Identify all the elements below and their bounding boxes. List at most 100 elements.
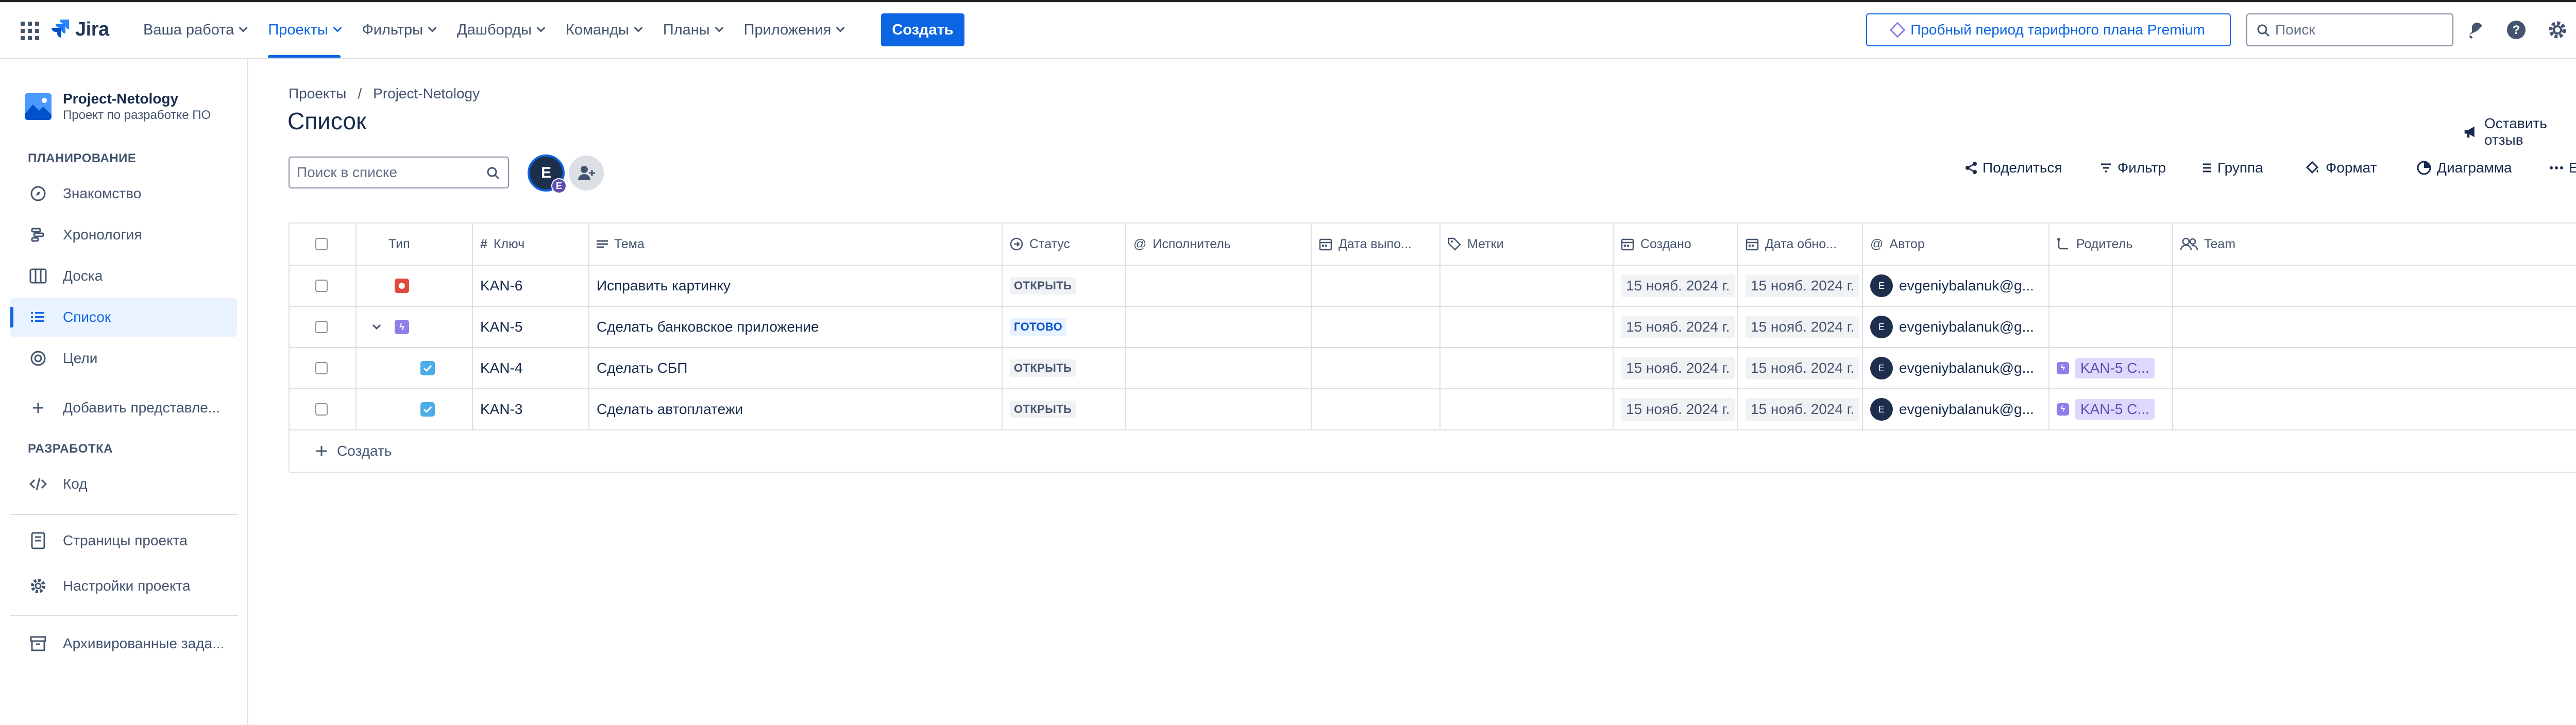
- list-search-input[interactable]: Поиск в списке: [289, 157, 509, 188]
- row-due-date[interactable]: [1312, 307, 1440, 347]
- app-switcher-icon[interactable]: [21, 22, 39, 40]
- sidebar-item-add-view[interactable]: Добавить представле...: [10, 388, 237, 427]
- header-created[interactable]: Создано: [1614, 223, 1738, 265]
- table-row[interactable]: KAN-6 Исправить картинку ОТКРЫТЬ 15 нояб…: [290, 266, 2576, 307]
- sidebar-item-list[interactable]: Список: [10, 298, 237, 337]
- sidebar-item-code[interactable]: Код: [10, 464, 237, 504]
- row-team[interactable]: [2173, 307, 2576, 347]
- bug-icon: [395, 279, 409, 293]
- chart-button[interactable]: Диаграмма: [2416, 160, 2512, 176]
- table-row[interactable]: ϟ KAN-5 Сделать банковское приложение ГО…: [290, 307, 2576, 348]
- sidebar-item-board[interactable]: Доска: [10, 256, 237, 296]
- row-summary[interactable]: Сделать автоплатежи: [589, 389, 1003, 429]
- row-due-date[interactable]: [1312, 348, 1440, 388]
- row-summary[interactable]: Сделать банковское приложение: [589, 307, 1003, 347]
- row-labels[interactable]: [1440, 307, 1614, 347]
- nav-filters[interactable]: Фильтры: [362, 2, 437, 58]
- row-reporter[interactable]: Eevgeniybalanuk@g...: [1863, 266, 2049, 306]
- filter-button[interactable]: Фильтр: [2100, 160, 2166, 176]
- row-team[interactable]: [2173, 389, 2576, 429]
- row-labels[interactable]: [1440, 389, 1614, 429]
- more-button[interactable]: Еще: [2549, 160, 2576, 176]
- row-labels[interactable]: [1440, 266, 1614, 306]
- row-status[interactable]: ОТКРЫТЬ: [1003, 389, 1126, 429]
- row-checkbox[interactable]: [315, 280, 328, 292]
- row-due-date[interactable]: [1312, 389, 1440, 429]
- sidebar-item-project-settings[interactable]: Настройки проекта: [10, 566, 237, 606]
- row-key[interactable]: KAN-5: [473, 307, 589, 347]
- row-assignee[interactable]: [1126, 307, 1312, 347]
- row-assignee[interactable]: [1126, 389, 1312, 429]
- group-button[interactable]: Группа: [2202, 160, 2263, 176]
- help-icon[interactable]: ?: [2506, 20, 2527, 40]
- row-reporter[interactable]: Eevgeniybalanuk@g...: [1863, 307, 2049, 347]
- row-team[interactable]: [2173, 266, 2576, 306]
- header-labels[interactable]: Метки: [1440, 223, 1614, 265]
- header-updated[interactable]: Дата обно...: [1738, 223, 1863, 265]
- chevron-down-icon[interactable]: [372, 324, 381, 330]
- search-input[interactable]: Поиск: [2246, 13, 2453, 46]
- header-assignee[interactable]: @ Исполнитель: [1126, 223, 1312, 265]
- add-people-button[interactable]: [569, 156, 604, 191]
- header-type[interactable]: Тип: [357, 223, 473, 265]
- share-button[interactable]: Поделиться: [1965, 160, 2062, 176]
- settings-gear-icon[interactable]: [2547, 20, 2568, 40]
- select-all-checkbox[interactable]: [315, 238, 328, 250]
- header-status[interactable]: Статус: [1003, 223, 1126, 265]
- row-checkbox[interactable]: [315, 321, 328, 333]
- row-summary[interactable]: Сделать СБП: [589, 348, 1003, 388]
- sidebar-item-archived[interactable]: Архивированные зада...: [10, 624, 237, 663]
- header-reporter[interactable]: @ Автор: [1863, 223, 2049, 265]
- row-assignee[interactable]: [1126, 348, 1312, 388]
- nav-teams[interactable]: Команды: [566, 2, 643, 58]
- row-parent[interactable]: ϟ KAN-5 С...: [2049, 389, 2173, 429]
- row-labels[interactable]: [1440, 348, 1614, 388]
- table-row[interactable]: KAN-3 Сделать автоплатежи ОТКРЫТЬ 15 ноя…: [290, 389, 2576, 430]
- row-summary[interactable]: Исправить картинку: [589, 266, 1003, 306]
- breadcrumb-project[interactable]: Project-Netology: [373, 85, 480, 102]
- nav-projects[interactable]: Проекты: [268, 2, 342, 58]
- row-key[interactable]: KAN-4: [473, 348, 589, 388]
- sidebar-item-project-pages[interactable]: Страницы проекта: [10, 521, 237, 560]
- sidebar-item-timeline[interactable]: Хронология: [10, 215, 237, 254]
- row-checkbox[interactable]: [315, 362, 328, 374]
- row-status[interactable]: ГОТОВО: [1003, 307, 1126, 347]
- create-issue-row[interactable]: Создать: [290, 430, 2576, 472]
- assignee-filter-avatar[interactable]: E E: [528, 154, 567, 194]
- notifications-icon[interactable]: [2465, 20, 2485, 40]
- row-team[interactable]: [2173, 348, 2576, 388]
- row-status[interactable]: ОТКРЫТЬ: [1003, 266, 1126, 306]
- row-reporter[interactable]: Eevgeniybalanuk@g...: [1863, 348, 2049, 388]
- nav-plans[interactable]: Планы: [663, 2, 724, 58]
- header-key[interactable]: # Ключ: [473, 223, 589, 265]
- row-key[interactable]: KAN-6: [473, 266, 589, 306]
- nav-your-work[interactable]: Ваша работа: [143, 2, 248, 58]
- row-parent[interactable]: [2049, 307, 2173, 347]
- breadcrumb-projects[interactable]: Проекты: [289, 85, 346, 102]
- parent-chip[interactable]: KAN-5 С...: [2075, 399, 2155, 420]
- project-header[interactable]: Project-Netology Проект по разработке ПО: [25, 91, 211, 123]
- row-due-date[interactable]: [1312, 266, 1440, 306]
- row-assignee[interactable]: [1126, 266, 1312, 306]
- table-row[interactable]: KAN-4 Сделать СБП ОТКРЫТЬ 15 нояб. 2024 …: [290, 348, 2576, 389]
- feedback-button[interactable]: Оставить отзыв: [2464, 115, 2576, 148]
- header-summary[interactable]: Тема: [589, 223, 1003, 265]
- header-parent[interactable]: Родитель: [2049, 223, 2173, 265]
- sidebar-item-summary[interactable]: Знакомство: [10, 174, 237, 213]
- premium-trial-button[interactable]: Пробный период тарифного плана Premium: [1866, 13, 2231, 46]
- create-button[interactable]: Создать: [881, 13, 964, 46]
- nav-apps[interactable]: Приложения: [744, 2, 845, 58]
- row-parent[interactable]: [2049, 266, 2173, 306]
- row-parent[interactable]: ϟ KAN-5 С...: [2049, 348, 2173, 388]
- row-key[interactable]: KAN-3: [473, 389, 589, 429]
- header-team[interactable]: Team: [2173, 223, 2576, 265]
- sidebar-item-goals[interactable]: Цели: [10, 339, 237, 378]
- row-reporter[interactable]: Eevgeniybalanuk@g...: [1863, 389, 2049, 429]
- header-due-date[interactable]: Дата выпо...: [1312, 223, 1440, 265]
- format-button[interactable]: Формат: [2305, 160, 2377, 176]
- jira-logo[interactable]: Jira: [52, 18, 109, 41]
- row-checkbox[interactable]: [315, 403, 328, 416]
- row-status[interactable]: ОТКРЫТЬ: [1003, 348, 1126, 388]
- nav-dashboards[interactable]: Дашборды: [457, 2, 546, 58]
- parent-chip[interactable]: KAN-5 С...: [2075, 358, 2155, 378]
